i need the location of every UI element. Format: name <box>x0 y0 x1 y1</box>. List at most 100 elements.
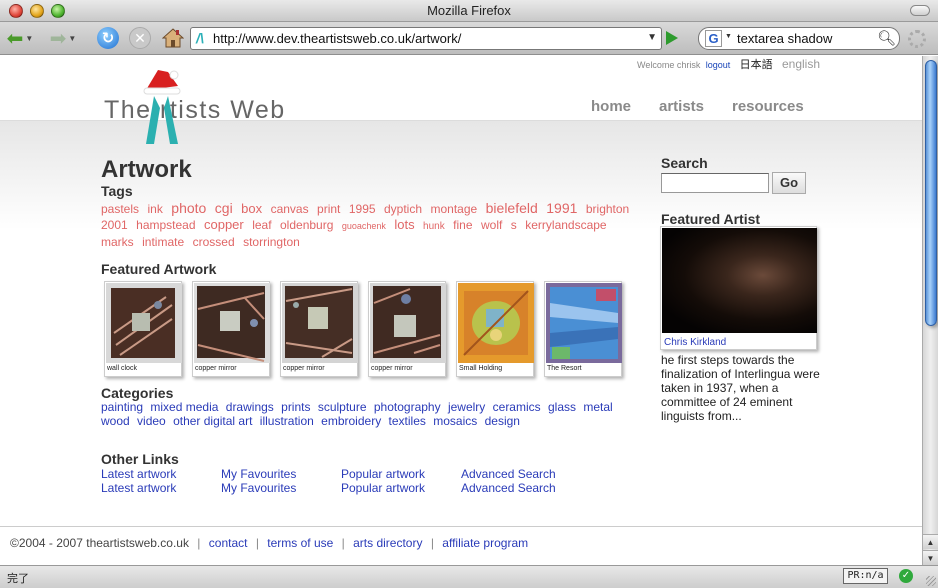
tag-link[interactable]: hampstead <box>136 218 195 232</box>
toolbar-toggle-button[interactable] <box>910 5 930 16</box>
category-link[interactable]: painting <box>101 400 143 414</box>
tag-link[interactable]: s <box>511 218 517 232</box>
category-link[interactable]: mosaics <box>433 414 477 428</box>
featured-artwork-thumbnail[interactable]: Small Holding <box>456 281 534 377</box>
reload-button[interactable]: ↻ <box>95 26 121 50</box>
tag-link[interactable]: dyptich <box>384 202 422 216</box>
category-link[interactable]: illustration <box>260 414 314 428</box>
popular-artwork-link[interactable]: Popular artwork <box>341 481 425 495</box>
site-logo[interactable]: The rtists Web <box>104 96 286 125</box>
artwork-caption[interactable]: The Resort <box>547 365 582 372</box>
artwork-caption[interactable]: wall clock <box>107 365 137 372</box>
tag-link[interactable]: kerrylandscape <box>525 218 606 232</box>
footer-affiliate-link[interactable]: affiliate program <box>442 536 528 550</box>
url-text[interactable]: http://www.dev.theartistsweb.co.uk/artwo… <box>213 31 461 46</box>
featured-artist-name-link[interactable]: Chris Kirkland <box>664 337 726 348</box>
tag-link[interactable]: hunk <box>423 221 445 232</box>
latest-artwork-link[interactable]: Latest artwork <box>101 467 176 481</box>
tag-link[interactable]: intimate <box>142 235 184 249</box>
vertical-scrollbar[interactable]: ▲ ▼ <box>922 56 938 565</box>
logout-link[interactable]: logout <box>706 60 731 70</box>
footer-arts-directory-link[interactable]: arts directory <box>353 536 422 550</box>
category-link[interactable]: prints <box>281 400 310 414</box>
category-link[interactable]: jewelry <box>448 400 485 414</box>
url-history-dropdown-icon[interactable]: ▼ <box>647 32 657 43</box>
my-favourites-link[interactable]: My Favourites <box>221 481 296 495</box>
featured-artist-photo[interactable] <box>662 228 817 333</box>
site-search-input[interactable] <box>661 173 769 193</box>
chevron-down-icon[interactable]: ▼ <box>25 34 33 43</box>
artwork-image[interactable] <box>282 283 358 363</box>
category-link[interactable]: other digital art <box>173 414 252 428</box>
category-link[interactable]: video <box>137 414 166 428</box>
artwork-image[interactable] <box>370 283 446 363</box>
nav-home-link[interactable]: home <box>591 98 631 115</box>
artwork-caption[interactable]: copper mirror <box>283 365 325 372</box>
featured-artwork-thumbnail[interactable]: copper mirror <box>280 281 358 377</box>
category-link[interactable]: design <box>485 414 520 428</box>
category-link[interactable]: metal <box>583 400 612 414</box>
search-engine-icon[interactable]: G <box>705 30 722 47</box>
footer-terms-link[interactable]: terms of use <box>267 536 333 550</box>
tag-link[interactable]: marks <box>101 235 134 249</box>
magnifier-icon[interactable]: 🔍︎ <box>877 29 896 47</box>
search-bar[interactable]: G ▼ textarea shadow 🔍︎ <box>698 27 900 50</box>
forward-button[interactable]: ➡ ▼ <box>48 26 78 50</box>
artwork-image[interactable] <box>194 283 270 363</box>
tag-link[interactable]: storrington <box>243 235 300 249</box>
category-link[interactable]: mixed media <box>150 400 218 414</box>
category-link[interactable]: drawings <box>226 400 274 414</box>
featured-artist-card[interactable]: Chris Kirkland <box>660 226 817 350</box>
tag-link[interactable]: oldenburg <box>280 218 333 232</box>
tag-link[interactable]: 2001 <box>101 218 128 232</box>
url-bar[interactable]: /\ http://www.dev.theartistsweb.co.uk/ar… <box>190 27 662 50</box>
tag-link[interactable]: crossed <box>193 235 235 249</box>
tag-link[interactable]: box <box>241 201 262 216</box>
tag-link[interactable]: leaf <box>252 218 271 232</box>
advanced-search-link[interactable]: Advanced Search <box>461 481 556 495</box>
site-search-go-button[interactable]: Go <box>772 172 806 194</box>
footer-contact-link[interactable]: contact <box>209 536 248 550</box>
nav-resources-link[interactable]: resources <box>732 98 804 115</box>
tag-link[interactable]: guoachenk <box>342 221 386 231</box>
resize-grip-icon[interactable] <box>926 576 936 586</box>
back-button[interactable]: ⬅ ▼ <box>4 26 36 50</box>
search-query-text[interactable]: textarea shadow <box>737 31 832 46</box>
tag-link[interactable]: bielefeld <box>486 200 538 216</box>
scrollbar-thumb[interactable] <box>925 60 937 326</box>
artwork-caption[interactable]: copper mirror <box>371 365 413 372</box>
artwork-image[interactable] <box>546 283 622 363</box>
artwork-caption[interactable]: copper mirror <box>195 365 237 372</box>
tag-link[interactable]: photo <box>171 200 206 216</box>
stop-button[interactable]: ✕ <box>127 26 153 50</box>
artwork-image[interactable] <box>458 283 534 363</box>
tag-link[interactable]: lots <box>394 217 414 232</box>
latest-artwork-link[interactable]: Latest artwork <box>101 481 176 495</box>
category-link[interactable]: textiles <box>389 414 426 428</box>
go-button-icon[interactable] <box>666 31 678 45</box>
tag-link[interactable]: canvas <box>271 202 309 216</box>
artwork-caption[interactable]: Small Holding <box>459 365 502 372</box>
tag-link[interactable]: wolf <box>481 218 502 232</box>
popular-artwork-link[interactable]: Popular artwork <box>341 467 425 481</box>
tag-link[interactable]: 1995 <box>349 202 376 216</box>
category-link[interactable]: sculpture <box>318 400 367 414</box>
tag-link[interactable]: pastels <box>101 202 139 216</box>
featured-artwork-thumbnail[interactable]: wall clock <box>104 281 182 377</box>
category-link[interactable]: photography <box>374 400 441 414</box>
tag-link[interactable]: 1991 <box>546 200 577 216</box>
language-english-link[interactable]: english <box>782 57 820 71</box>
scroll-down-arrow-icon[interactable]: ▼ <box>923 550 938 565</box>
featured-artwork-thumbnail[interactable]: copper mirror <box>192 281 270 377</box>
featured-artwork-thumbnail[interactable]: The Resort <box>544 281 622 377</box>
language-japanese-link[interactable]: 日本語 <box>740 59 773 71</box>
artwork-image[interactable] <box>106 283 182 363</box>
chevron-down-icon[interactable]: ▼ <box>68 34 76 43</box>
nav-artists-link[interactable]: artists <box>659 98 704 115</box>
my-favourites-link[interactable]: My Favourites <box>221 467 296 481</box>
tag-link[interactable]: copper <box>204 217 244 232</box>
tag-link[interactable]: print <box>317 202 340 216</box>
category-link[interactable]: embroidery <box>321 414 381 428</box>
tag-link[interactable]: fine <box>453 218 472 232</box>
tag-link[interactable]: montage <box>430 202 477 216</box>
